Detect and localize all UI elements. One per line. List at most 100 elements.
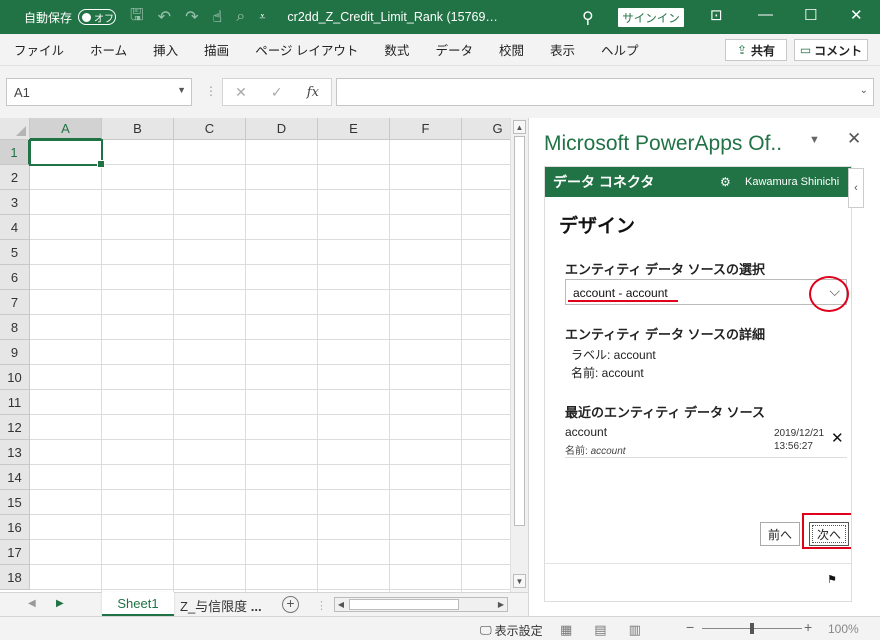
cell-area[interactable] [30, 140, 510, 592]
comment-button[interactable]: ▭ コメント [794, 39, 868, 61]
formula-bar: A1 ▼ ⋮ ✕ ✓ fx ⌄ [0, 66, 880, 118]
column-header[interactable]: E [318, 118, 390, 140]
row-header[interactable]: 14 [0, 465, 30, 490]
tab-formulas[interactable]: 数式 [384, 40, 409, 59]
scroll-up-icon[interactable]: ▲ [513, 120, 526, 134]
cancel-icon[interactable]: ✕ [235, 84, 247, 101]
active-cell[interactable] [29, 139, 105, 168]
flag-icon[interactable]: ⚑ [827, 573, 837, 586]
column-header[interactable]: C [174, 118, 246, 140]
page-layout-view-icon[interactable]: ▤ [594, 622, 606, 638]
column-headers: A B C D E F G [30, 118, 528, 140]
row-header[interactable]: 18 [0, 565, 30, 590]
tab-home[interactable]: ホーム [90, 40, 127, 59]
horizontal-scrollbar[interactable]: ◀ ▶ [334, 597, 508, 612]
tab-splitter-icon[interactable]: ⋮ [316, 599, 327, 612]
column-header[interactable]: B [102, 118, 174, 140]
recent-item[interactable]: account 名前: account 2019/12/21 13:56:27 ✕ [565, 420, 847, 458]
addin-header: データ コネクタ ⚙ Kawamura Shinichi [545, 167, 851, 197]
undo-icon[interactable]: ↶ [158, 7, 171, 27]
scroll-right-icon[interactable]: ▶ [495, 598, 507, 611]
worksheet-grid[interactable]: A B C D E F G 1 2 3 4 5 6 7 8 9 10 11 12… [0, 118, 528, 592]
customize-icon[interactable]: ⌕ [236, 8, 245, 26]
prev-button[interactable]: 前へ [760, 522, 800, 546]
row-header[interactable]: 3 [0, 190, 30, 215]
tab-review[interactable]: 校閲 [499, 40, 524, 59]
gear-icon[interactable]: ⚙ [720, 175, 731, 189]
row-header[interactable]: 4 [0, 215, 30, 240]
column-header[interactable]: D [246, 118, 318, 140]
column-header[interactable]: A [30, 118, 102, 140]
expand-formula-icon[interactable]: ⌄ [860, 85, 868, 96]
prev-sheet-icon[interactable]: ◀ [28, 598, 36, 609]
row-header[interactable]: 9 [0, 340, 30, 365]
autosave-toggle[interactable]: オフ [78, 9, 117, 25]
add-sheet-icon[interactable]: + [282, 596, 299, 613]
recent-item-sub: 名前: account [565, 446, 626, 457]
formula-actions: ✕ ✓ fx [222, 78, 332, 106]
name-box[interactable]: A1 ▼ [6, 78, 192, 106]
tab-file[interactable]: ファイル [14, 40, 64, 59]
quick-access-dropdown-icon[interactable]: ⩡ [259, 11, 265, 24]
scroll-down-icon[interactable]: ▼ [513, 574, 526, 588]
zoom-out-icon[interactable]: − [686, 619, 694, 635]
pane-options-icon[interactable]: ▼ [809, 134, 820, 146]
row-header[interactable]: 17 [0, 540, 30, 565]
row-header[interactable]: 15 [0, 490, 30, 515]
tab-help[interactable]: ヘルプ [601, 40, 639, 59]
display-settings-button[interactable]: 🖵 表示設定 [480, 622, 543, 639]
column-header[interactable]: F [390, 118, 462, 140]
minimize-icon[interactable]: — [758, 6, 773, 23]
page-break-view-icon[interactable]: ▥ [629, 622, 641, 638]
collapse-pane-icon[interactable]: ‹ [848, 168, 864, 208]
tab-data[interactable]: データ [435, 40, 473, 59]
recent-item-date: 2019/12/21 13:56:27 [774, 428, 825, 452]
row-headers: 1 2 3 4 5 6 7 8 9 10 11 12 13 14 15 16 1… [0, 140, 30, 590]
row-header[interactable]: 16 [0, 515, 30, 540]
next-sheet-icon[interactable]: ▶ [56, 598, 64, 609]
ribbon-display-icon[interactable]: ⊡ [710, 6, 723, 24]
zoom-slider[interactable]: − + [686, 619, 816, 636]
row-header[interactable]: 2 [0, 165, 30, 190]
redo-icon[interactable]: ↷ [185, 7, 198, 27]
touch-mode-icon[interactable]: ☝ [212, 7, 222, 27]
zoom-in-icon[interactable]: + [804, 619, 812, 635]
highlight-underline [568, 300, 678, 302]
enter-icon[interactable]: ✓ [271, 84, 283, 101]
tab-insert[interactable]: 挿入 [153, 40, 178, 59]
sheet-tab-bar: ◀ ▶ Sheet1 Z_与信限度 ... + ⋮ ◀ ▶ [0, 592, 528, 616]
scroll-thumb[interactable] [514, 136, 525, 526]
row-header[interactable]: 8 [0, 315, 30, 340]
row-header[interactable]: 7 [0, 290, 30, 315]
tab-draw[interactable]: 描画 [204, 40, 229, 59]
remove-recent-icon[interactable]: ✕ [831, 429, 844, 447]
zoom-level[interactable]: 100% [828, 622, 859, 636]
signin-button[interactable]: サインイン [618, 8, 684, 27]
insert-function-icon[interactable]: fx [307, 85, 319, 100]
row-header[interactable]: 13 [0, 440, 30, 465]
formula-input[interactable]: ⌄ [336, 78, 874, 106]
tab-page-layout[interactable]: ページ レイアウト [255, 40, 358, 59]
pane-close-icon[interactable]: ✕ [847, 129, 861, 149]
tab-view[interactable]: 表示 [550, 40, 575, 59]
row-header[interactable]: 5 [0, 240, 30, 265]
name-box-dropdown-icon[interactable]: ▼ [177, 85, 186, 95]
sheet-tab-z[interactable]: Z_与信限度 ... [180, 596, 262, 615]
maximize-icon[interactable]: ☐ [804, 6, 817, 24]
vertical-scrollbar[interactable]: ▲ ▼ [510, 118, 528, 592]
search-icon[interactable]: ⚲ [582, 8, 594, 28]
row-header[interactable]: 1 [0, 140, 30, 165]
close-window-icon[interactable]: ✕ [850, 6, 863, 24]
save-icon[interactable]: 🖫 [130, 4, 144, 31]
sheet-tab-sheet1[interactable]: Sheet1 [102, 592, 174, 616]
row-header[interactable]: 6 [0, 265, 30, 290]
share-button[interactable]: ⇪ 共有 [725, 39, 787, 61]
hscroll-thumb[interactable] [349, 599, 459, 610]
row-header[interactable]: 11 [0, 390, 30, 415]
normal-view-icon[interactable]: ▦ [560, 622, 572, 638]
scroll-left-icon[interactable]: ◀ [335, 598, 347, 611]
row-header[interactable]: 10 [0, 365, 30, 390]
row-header[interactable]: 12 [0, 415, 30, 440]
select-all-button[interactable] [0, 118, 30, 140]
zoom-knob[interactable] [750, 623, 754, 634]
